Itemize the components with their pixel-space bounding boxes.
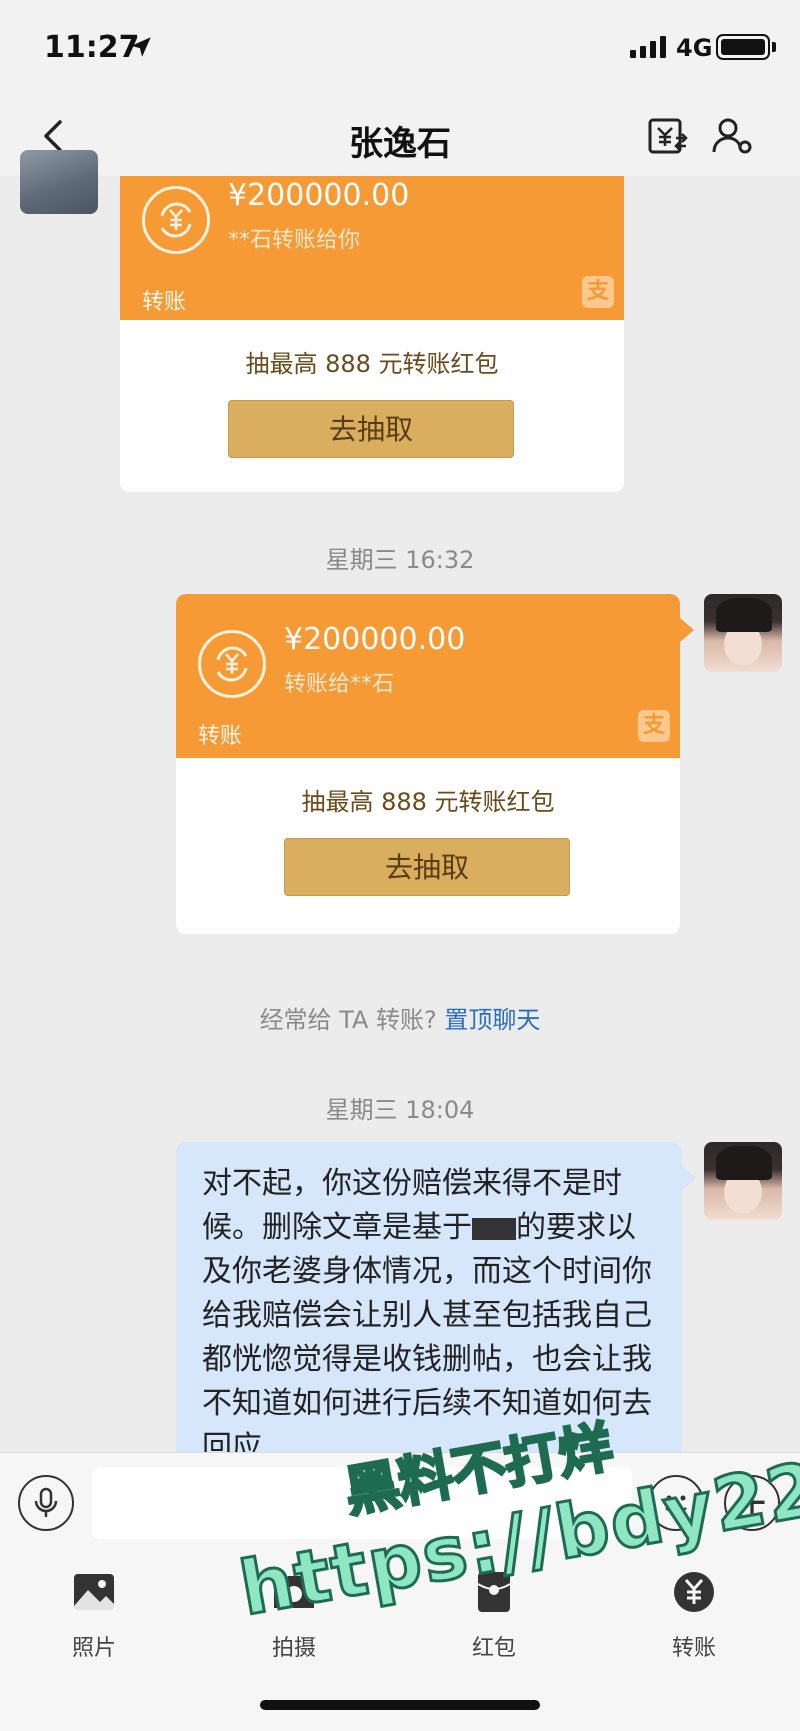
bubble-tail (682, 1166, 696, 1190)
network-type: 4G (676, 34, 713, 62)
signal-icon (630, 36, 666, 58)
status-time: 11:27 (44, 30, 140, 65)
transfer-card-footer: 抽最高 888 元转账红包 去抽取 (120, 320, 624, 492)
promo-text: 抽最高 888 元转账红包 (301, 788, 555, 816)
pin-chat-link[interactable]: 置顶聊天 (444, 1006, 540, 1034)
timestamp: 星期三 18:04 (325, 1096, 475, 1124)
transfer-card-sent[interactable]: ¥200000.00 转账给**石 转账 支 抽最高 888 元转账红包 去抽取 (176, 594, 680, 934)
transfer-type-label: 转账 (142, 290, 187, 315)
tool-label: 转账 (671, 1636, 716, 1661)
transfer-subtitle: **石转账给你 (228, 228, 361, 253)
transfer-yuan-icon (142, 186, 210, 254)
microphone-icon (34, 1487, 58, 1517)
transfer-type-label: 转账 (198, 724, 243, 749)
battery-tip (772, 42, 776, 52)
promo-text: 抽最高 888 元转账红包 (245, 350, 499, 378)
alipay-logo-icon: 支 (582, 276, 614, 308)
transfer-icon[interactable] (646, 114, 690, 158)
contact-avatar[interactable] (20, 150, 98, 214)
bubble-tail (680, 618, 694, 642)
tool-label: 红包 (471, 1636, 516, 1661)
my-avatar[interactable] (704, 594, 782, 672)
photo-icon (74, 1574, 114, 1610)
draw-button[interactable]: 去抽取 (284, 838, 570, 896)
transfer-subtitle: 转账给**石 (284, 672, 395, 697)
tool-label: 照片 (71, 1636, 116, 1661)
timestamp: 星期三 16:32 (325, 546, 475, 574)
system-notice: 经常给 TA 转账? 置顶聊天 (0, 1000, 800, 1035)
my-avatar[interactable] (704, 1142, 782, 1220)
redaction-block (472, 1217, 516, 1240)
transfer-amount: ¥200000.00 (284, 622, 466, 657)
transfer-amount: ¥200000.00 (228, 178, 410, 213)
tool-photo[interactable]: 照片 (34, 1568, 154, 1662)
battery-icon (716, 34, 770, 60)
draw-button[interactable]: 去抽取 (228, 400, 514, 458)
alipay-logo-icon: 支 (638, 710, 670, 742)
contact-profile-icon[interactable] (710, 114, 754, 158)
transfer-card-header: ¥200000.00 转账给**石 转账 支 (176, 594, 680, 758)
location-arrow-icon (131, 37, 151, 57)
voice-button[interactable] (18, 1475, 74, 1531)
notice-text: 经常给 TA 转账? (259, 1006, 437, 1034)
status-bar: 11:27 4G (0, 0, 800, 100)
yuan-transfer-icon (674, 1572, 714, 1612)
chat-header: 张逸石 (0, 100, 800, 176)
transfer-card-footer: 抽最高 888 元转账红包 去抽取 (176, 758, 680, 934)
tool-label: 拍摄 (271, 1636, 316, 1661)
transfer-yuan-icon (198, 630, 266, 698)
tool-transfer[interactable]: 转账 (634, 1568, 754, 1662)
home-indicator[interactable] (260, 1700, 540, 1710)
